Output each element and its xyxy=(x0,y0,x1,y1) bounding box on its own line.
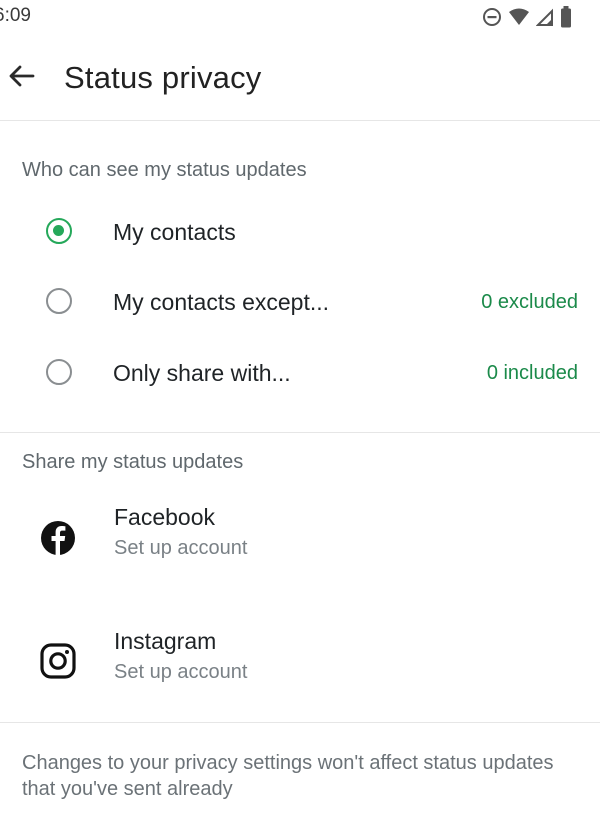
share-item-title: Facebook xyxy=(114,504,216,530)
excluded-count: 0 excluded xyxy=(481,291,578,313)
radio-only-share-with[interactable] xyxy=(46,359,72,385)
status-icons xyxy=(482,6,572,28)
included-count: 0 included xyxy=(486,362,578,384)
share-section-label: Share my status updates xyxy=(22,451,244,473)
radio-my-contacts[interactable] xyxy=(46,218,72,244)
share-item-facebook[interactable]: Facebook Set up account xyxy=(0,495,600,585)
do-not-disturb-icon xyxy=(482,7,502,27)
signal-icon xyxy=(536,7,554,27)
radio-my-contacts-except[interactable] xyxy=(46,288,72,314)
option-label: My contacts except... xyxy=(113,289,330,315)
share-item-subtitle: Set up account xyxy=(114,661,248,683)
arrow-left-icon[interactable] xyxy=(6,60,38,92)
share-item-title: Instagram xyxy=(114,628,217,654)
option-only-share-with[interactable]: Only share with... 0 included xyxy=(0,344,600,404)
option-my-contacts[interactable]: My contacts xyxy=(0,203,600,263)
facebook-icon xyxy=(40,520,76,556)
option-label: My contacts xyxy=(113,219,236,245)
section-divider xyxy=(0,432,600,433)
option-my-contacts-except[interactable]: My contacts except... 0 excluded xyxy=(0,273,600,333)
privacy-footer-note: Changes to your privacy settings won't a… xyxy=(22,752,554,800)
footer-divider xyxy=(0,722,600,723)
share-item-instagram[interactable]: Instagram Set up account xyxy=(0,619,600,709)
status-bar: 6:09 xyxy=(0,0,600,34)
app-bar: Status privacy xyxy=(0,46,600,112)
option-label: Only share with... xyxy=(113,360,291,386)
header-divider xyxy=(0,120,600,121)
wifi-icon xyxy=(508,7,530,27)
instagram-icon xyxy=(40,643,76,679)
visibility-section-label: Who can see my status updates xyxy=(22,159,307,181)
share-item-subtitle: Set up account xyxy=(114,537,248,559)
page-title: Status privacy xyxy=(64,60,262,95)
status-time: 6:09 xyxy=(0,5,31,26)
battery-icon xyxy=(560,6,572,28)
